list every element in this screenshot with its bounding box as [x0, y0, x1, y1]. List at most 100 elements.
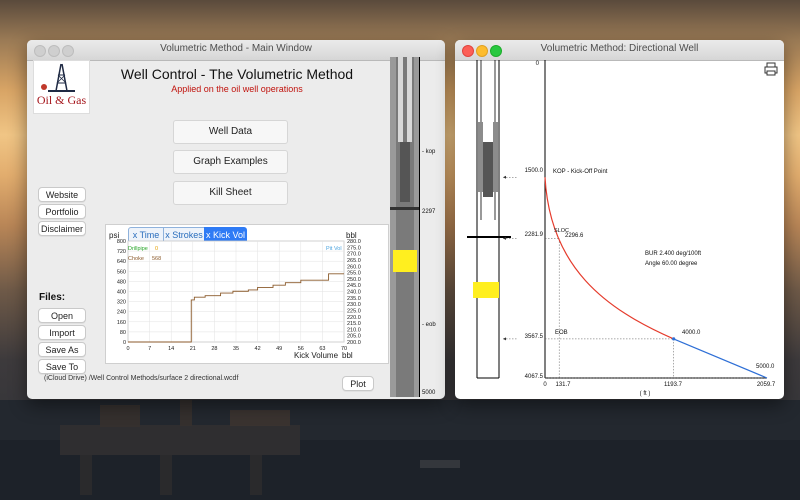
sloc-value: 2296.6: [565, 233, 584, 239]
website-button[interactable]: Website: [38, 187, 86, 202]
psi-label: psi: [109, 231, 119, 240]
y-left-tick-label: 480: [117, 279, 126, 285]
depth-label-eob: 3567.5: [525, 334, 544, 340]
x-tick-label: 7: [148, 346, 151, 352]
kop-annotation: KOP - Kick-Off Point: [553, 169, 608, 175]
x-axis-unit: bbl: [342, 351, 353, 360]
x-tick-label: 14: [168, 346, 174, 352]
legend-choke-value: 568: [152, 256, 161, 262]
depth-label-bottom: 4067.5: [525, 374, 544, 380]
directional-window-title: Volumetric Method: Directional Well: [540, 43, 699, 54]
main-window-titlebar[interactable]: Volumetric Method - Main Window: [27, 40, 445, 61]
file-path: (iCloud Drive) /Well Control Methods/sur…: [44, 375, 239, 382]
save-as-button[interactable]: Save As: [38, 342, 86, 357]
y-right-tick-label: 210.0: [347, 327, 361, 333]
derrick-icon: [41, 63, 75, 92]
import-button[interactable]: Import: [38, 325, 86, 340]
main-window-title: Volumetric Method - Main Window: [160, 43, 312, 54]
bbl-label: bbl: [346, 231, 357, 240]
x-tick-label: 35: [233, 346, 239, 352]
well-depth-top: 2297: [422, 209, 436, 215]
md-5000-annotation: 5000.0: [756, 364, 775, 370]
chart-panel: x Time x Strokes x Kick Vol 0 7 14 21 28 35 42…: [105, 224, 389, 364]
page-title: Well Control - The Volumetric Method: [120, 66, 354, 82]
well-schematic: [390, 57, 420, 397]
y-right-tick-label: 225.0: [347, 308, 361, 314]
directional-well-window: Volumetric Method: Directional Well 0 15…: [455, 40, 784, 399]
y-right-tick-label: 235.0: [347, 296, 361, 302]
tangent-section-line: [673, 338, 768, 379]
y-right-tick-label: 245.0: [347, 283, 361, 289]
well-depth-bottom: 5000: [422, 390, 436, 396]
y-right-tick-label: 230.0: [347, 302, 361, 308]
directional-well-schematic: [467, 60, 511, 379]
y-right-tick-label: 200.0: [347, 340, 361, 346]
kill-sheet-button[interactable]: Kill Sheet: [173, 181, 288, 205]
well-schematic-drawing: [390, 57, 420, 397]
y-left-tick-label: 640: [117, 259, 126, 265]
hd-label-sloc: 131.7: [555, 382, 571, 388]
save-to-button[interactable]: Save To: [38, 359, 86, 374]
hd-label-max: 2059.7: [757, 382, 776, 388]
open-button[interactable]: Open: [38, 308, 86, 323]
kop-pointer-arrowhead: [503, 175, 506, 179]
well-data-button[interactable]: Well Data: [173, 120, 288, 144]
legend-drillpipe: Drillpipe: [128, 246, 148, 252]
x-tick-label: 49: [276, 346, 282, 352]
md-4000-annotation: 4000.0: [682, 330, 701, 336]
kick-volume-chart: 0 7 14 21 28 35 42 49 56 63 7008016024032040048056…: [109, 231, 361, 360]
well-eob-label: - eob: [422, 322, 436, 328]
y-right-tick-label: 240.0: [347, 290, 361, 296]
y-left-tick-label: 720: [117, 249, 126, 255]
y-right-tick-label: 260.0: [347, 264, 361, 270]
x-tick-label: 42: [255, 346, 261, 352]
logo-text: Oil & Gas: [36, 93, 87, 107]
y-right-tick-label: 215.0: [347, 321, 361, 327]
build-section-curve: [544, 177, 674, 340]
y-right-tick-label: 220.0: [347, 315, 361, 321]
y-right-tick-label: 255.0: [347, 271, 361, 277]
y-left-tick-label: 240: [117, 310, 126, 316]
disclaimer-button[interactable]: Disclaimer: [38, 221, 86, 236]
plot-button[interactable]: Plot: [342, 376, 374, 391]
y-right-tick-label: 250.0: [347, 277, 361, 283]
hd-label-0: 0: [543, 382, 547, 388]
legend-choke: Choke: [128, 256, 144, 262]
well-kop-label: - kop: [422, 149, 436, 155]
y-right-tick-label: 265.0: [347, 258, 361, 264]
angle-annotation: Angle 60.00 degree: [645, 261, 698, 267]
directional-well-plot: 0 1500.0 2281.9 3567.5 4067.5 0 131.7 11…: [467, 60, 776, 397]
eob-marker: [672, 337, 676, 341]
y-left-tick-label: 80: [120, 330, 126, 336]
main-window: Volumetric Method - Main Window Oil & Ga…: [27, 40, 445, 399]
oil-gas-logo: Oil & Gas: [33, 60, 90, 114]
hd-label-eob: 1193.7: [664, 382, 683, 388]
offshore-rig-silhouette: [0, 400, 800, 500]
y-left-tick-label: 320: [117, 300, 126, 306]
legend-pit-vol: Pit Vol: [326, 246, 342, 252]
y-left-tick-label: 400: [117, 290, 126, 296]
depth-label-0: 0: [536, 61, 540, 67]
depth-label-sloc: 2281.9: [525, 232, 544, 238]
directional-window-titlebar[interactable]: Volumetric Method: Directional Well: [455, 40, 784, 61]
legend-drillpipe-value: 0: [155, 246, 158, 252]
y-right-tick-label: 205.0: [347, 334, 361, 340]
x-tick-label: 21: [190, 346, 196, 352]
graph-examples-button[interactable]: Graph Examples: [173, 150, 288, 174]
files-label: Files:: [39, 292, 66, 303]
eob-pointer-arrowhead: [503, 337, 506, 341]
x-tick-label: 0: [126, 346, 129, 352]
y-right-tick-label: 275.0: [347, 245, 361, 251]
depth-label-kop: 1500.0: [525, 168, 544, 174]
bur-annotation: BUR 2.400 deg/100ft: [645, 251, 701, 257]
y-left-tick-label: 560: [117, 269, 126, 275]
y-left-tick-label: 160: [117, 320, 126, 326]
y-right-tick-label: 270.0: [347, 252, 361, 258]
x-tick-label: 28: [211, 346, 217, 352]
hd-unit-label: ( ft ): [640, 391, 651, 397]
eob-annotation: EOB: [555, 330, 568, 336]
x-axis-label: Kick Volume: [294, 351, 339, 360]
portfolio-button[interactable]: Portfolio: [38, 204, 86, 219]
y-left-tick-label: 0: [123, 340, 126, 346]
page-subtitle: Applied on the oil well operations: [171, 84, 303, 94]
